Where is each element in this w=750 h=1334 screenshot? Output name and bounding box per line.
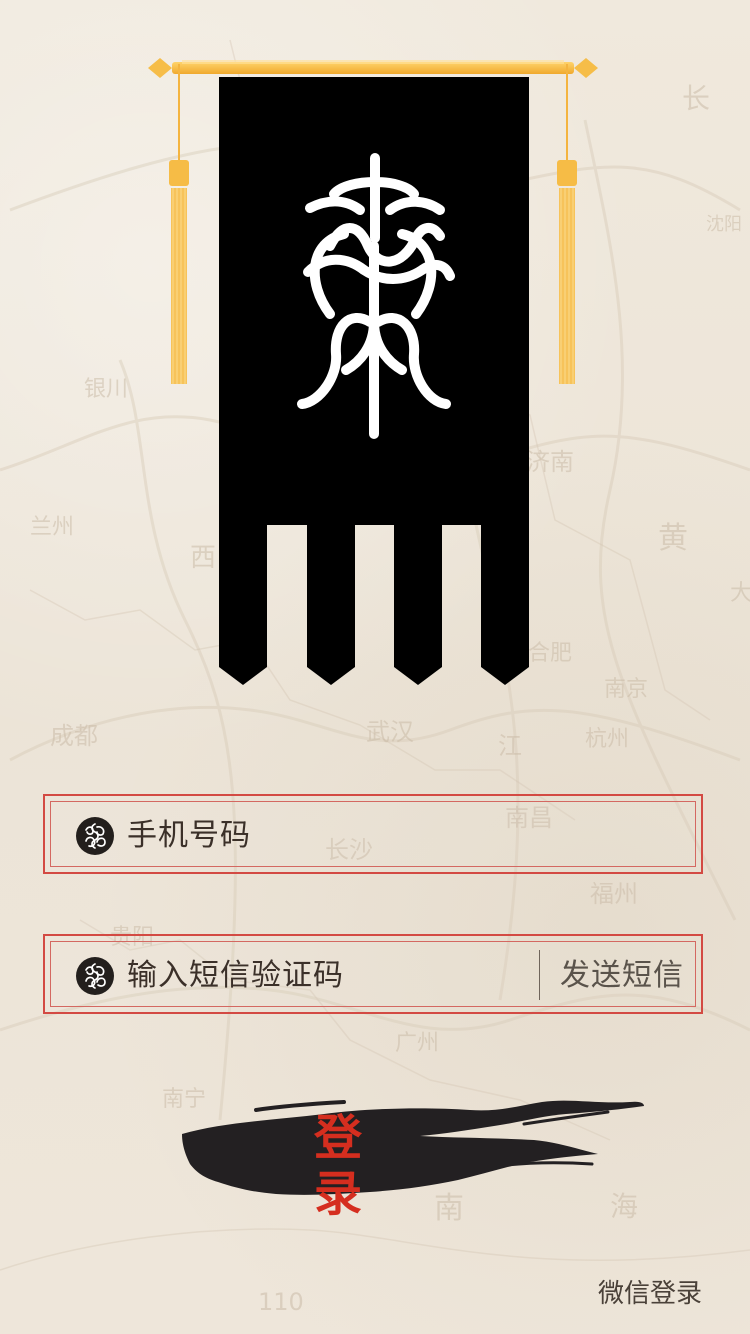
send-sms-button[interactable]: 发送短信 bbox=[560, 956, 684, 996]
ornament-icon bbox=[76, 817, 114, 855]
svg-text:110: 110 bbox=[258, 1288, 304, 1316]
login-screen: 长 银川 兰州 西 郑 成都 武汉 江 长沙 南昌 济南 黄 南京 杭州 合肥 … bbox=[0, 0, 750, 1334]
svg-text:长: 长 bbox=[682, 82, 710, 115]
svg-text:西: 西 bbox=[190, 543, 216, 573]
svg-text:大: 大 bbox=[730, 581, 750, 606]
left-tassel bbox=[169, 64, 189, 384]
verification-placeholder: 输入短信验证码 bbox=[127, 958, 344, 993]
login-button[interactable]: 登 录 bbox=[314, 1110, 454, 1222]
svg-text:江: 江 bbox=[498, 732, 522, 760]
svg-text:广州: 广州 bbox=[395, 1031, 439, 1056]
svg-text:武汉: 武汉 bbox=[366, 718, 414, 746]
svg-text:合肥: 合肥 bbox=[528, 641, 572, 666]
field-divider bbox=[539, 950, 540, 1000]
svg-text:银川: 银川 bbox=[84, 377, 128, 402]
phone-placeholder: 手机号码 bbox=[127, 818, 251, 853]
verification-code-field[interactable]: 输入短信验证码 发送短信 bbox=[43, 934, 703, 1014]
svg-text:南京: 南京 bbox=[604, 677, 648, 702]
svg-text:沈阳: 沈阳 bbox=[706, 214, 742, 235]
svg-text:杭州: 杭州 bbox=[585, 727, 629, 752]
wechat-login-link[interactable]: 微信登录 bbox=[598, 1278, 702, 1310]
ornament-icon bbox=[76, 957, 114, 995]
svg-text:黄: 黄 bbox=[658, 521, 688, 556]
phone-field[interactable]: 手机号码 bbox=[43, 794, 703, 874]
svg-text:福州: 福州 bbox=[590, 880, 638, 908]
svg-text:成都: 成都 bbox=[50, 722, 98, 750]
right-tassel bbox=[557, 64, 577, 384]
svg-text:兰州: 兰州 bbox=[30, 515, 74, 540]
qin-glyph-icon bbox=[297, 153, 455, 439]
svg-text:济南: 济南 bbox=[526, 448, 574, 476]
